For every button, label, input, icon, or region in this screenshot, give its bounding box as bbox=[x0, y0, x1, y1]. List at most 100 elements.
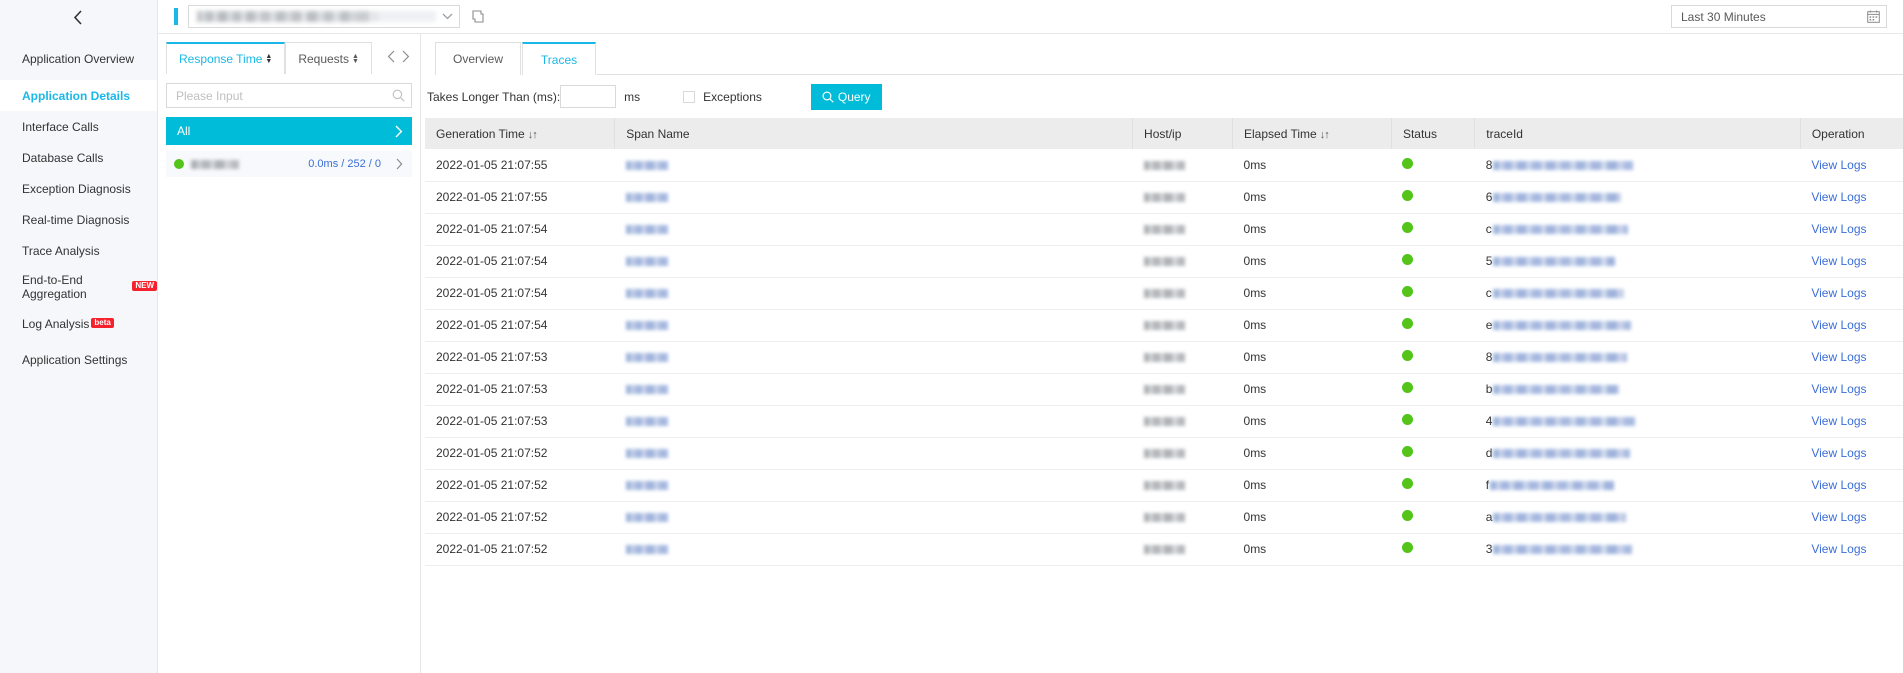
view-logs-link[interactable]: View Logs bbox=[1811, 478, 1866, 492]
table-row[interactable]: 2022-01-05 21:07:54 0ms 5 View Logs bbox=[425, 245, 1903, 278]
view-logs-link[interactable]: View Logs bbox=[1811, 542, 1866, 556]
tab-requests[interactable]: Requests ▲ ▼ bbox=[285, 42, 372, 74]
cell-span-name[interactable] bbox=[614, 277, 1133, 310]
sidebar-item-application-settings[interactable]: Application Settings bbox=[0, 339, 157, 381]
sidebar-item-trace-analysis[interactable]: Trace Analysis bbox=[0, 235, 157, 266]
cell-trace-id[interactable]: e bbox=[1474, 309, 1801, 342]
chevron-right-icon[interactable] bbox=[395, 158, 403, 170]
cell-host-ip bbox=[1132, 405, 1233, 438]
cell-trace-id[interactable]: d bbox=[1474, 437, 1801, 470]
cell-elapsed-time: 0ms bbox=[1232, 405, 1392, 438]
cell-trace-id[interactable]: a bbox=[1474, 501, 1801, 534]
sidebar-item-interface-calls[interactable]: Interface Calls bbox=[0, 111, 157, 142]
sidebar-collapse-button[interactable] bbox=[0, 0, 158, 34]
sidebar-item-log-analysis[interactable]: Log Analysis beta bbox=[0, 308, 157, 339]
chevron-left-icon[interactable] bbox=[387, 50, 396, 63]
cell-span-name[interactable] bbox=[614, 501, 1133, 534]
sort-updown-icon[interactable]: ▲ ▼ bbox=[265, 53, 272, 65]
view-logs-link[interactable]: View Logs bbox=[1811, 510, 1866, 524]
cell-span-name[interactable] bbox=[614, 309, 1133, 342]
view-logs-link[interactable]: View Logs bbox=[1811, 318, 1866, 332]
trace-id-redacted bbox=[1493, 449, 1631, 459]
cell-host-ip bbox=[1132, 501, 1233, 534]
tab-traces[interactable]: Traces bbox=[522, 42, 597, 75]
cell-span-name[interactable] bbox=[614, 533, 1133, 566]
column-header-elapsed-time[interactable]: Elapsed Time ↓↑ bbox=[1232, 118, 1392, 149]
application-select[interactable] bbox=[188, 5, 460, 28]
takes-longer-input[interactable] bbox=[560, 85, 617, 108]
chevron-right-icon[interactable] bbox=[401, 50, 410, 63]
view-logs-link[interactable]: View Logs bbox=[1811, 158, 1866, 172]
table-row[interactable]: 2022-01-05 21:07:55 0ms 8 View Logs bbox=[425, 149, 1903, 182]
table-row[interactable]: 2022-01-05 21:07:54 0ms c View Logs bbox=[425, 277, 1903, 310]
column-header-generation-time[interactable]: Generation Time ↓↑ bbox=[425, 118, 616, 149]
table-row[interactable]: 2022-01-05 21:07:52 0ms 3 View Logs bbox=[425, 533, 1903, 566]
table-row[interactable]: 2022-01-05 21:07:53 0ms 8 View Logs bbox=[425, 341, 1903, 374]
exceptions-checkbox[interactable] bbox=[683, 90, 696, 103]
search-icon[interactable] bbox=[392, 89, 405, 102]
view-logs-link[interactable]: View Logs bbox=[1811, 222, 1866, 236]
cell-span-name[interactable] bbox=[614, 245, 1133, 278]
query-button[interactable]: Query bbox=[810, 83, 882, 110]
view-logs-link[interactable]: View Logs bbox=[1811, 382, 1866, 396]
table-row[interactable]: 2022-01-05 21:07:52 0ms a View Logs bbox=[425, 501, 1903, 534]
sort-updown-icon[interactable]: ▲ ▼ bbox=[352, 53, 359, 65]
cell-trace-id[interactable]: b bbox=[1474, 373, 1801, 406]
cell-span-name[interactable] bbox=[614, 405, 1133, 438]
cell-span-name[interactable] bbox=[614, 181, 1133, 214]
table-row[interactable]: 2022-01-05 21:07:53 0ms b View Logs bbox=[425, 373, 1903, 406]
table-row[interactable]: 2022-01-05 21:07:52 0ms f View Logs bbox=[425, 469, 1903, 502]
table-row[interactable]: 2022-01-05 21:07:52 0ms d View Logs bbox=[425, 437, 1903, 470]
table-row[interactable]: 2022-01-05 21:07:54 0ms c View Logs bbox=[425, 213, 1903, 246]
sidebar-item-end-to-end-aggregation[interactable]: End-to-End Aggregation NEW bbox=[0, 266, 157, 308]
cell-elapsed-time: 0ms bbox=[1232, 437, 1392, 470]
sidebar-item-label: Application Settings bbox=[22, 353, 128, 367]
view-logs-link[interactable]: View Logs bbox=[1811, 414, 1866, 428]
view-logs-link[interactable]: View Logs bbox=[1811, 350, 1866, 364]
cell-trace-id[interactable]: 4 bbox=[1474, 405, 1801, 438]
view-logs-link[interactable]: View Logs bbox=[1811, 286, 1866, 300]
cell-elapsed-time: 0ms bbox=[1232, 245, 1392, 278]
sidebar-item-application-details[interactable]: Application Details bbox=[0, 80, 157, 111]
service-stats: 0.0ms / 252 / 0 bbox=[308, 158, 381, 170]
time-range-picker[interactable]: Last 30 Minutes bbox=[1671, 5, 1887, 28]
sidebar-item-application-overview[interactable]: Application Overview bbox=[0, 38, 157, 80]
sidebar-item-database-calls[interactable]: Database Calls bbox=[0, 142, 157, 173]
trace-id-redacted bbox=[1493, 353, 1628, 363]
cell-trace-id[interactable]: c bbox=[1474, 213, 1801, 246]
cell-span-name[interactable] bbox=[614, 437, 1133, 470]
sidebar-item-real-time-diagnosis[interactable]: Real-time Diagnosis bbox=[0, 204, 157, 235]
table-row[interactable]: 2022-01-05 21:07:55 0ms 6 View Logs bbox=[425, 181, 1903, 214]
exceptions-checkbox-wrap[interactable]: Exceptions bbox=[683, 90, 762, 104]
tab-overview[interactable]: Overview bbox=[435, 42, 522, 75]
cell-trace-id[interactable]: f bbox=[1474, 469, 1801, 502]
sidebar-item-exception-diagnosis[interactable]: Exception Diagnosis bbox=[0, 173, 157, 204]
view-logs-link[interactable]: View Logs bbox=[1811, 254, 1866, 268]
table-row[interactable]: 2022-01-05 21:07:53 0ms 4 View Logs bbox=[425, 405, 1903, 438]
cell-trace-id[interactable]: 8 bbox=[1474, 149, 1801, 182]
cell-span-name[interactable] bbox=[614, 469, 1133, 502]
tab-response-time[interactable]: Response Time ▲ ▼ bbox=[166, 42, 286, 74]
service-list-item[interactable]: 0.0ms / 252 / 0 bbox=[166, 151, 412, 177]
cell-span-name[interactable] bbox=[614, 341, 1133, 374]
cell-trace-id[interactable]: 3 bbox=[1474, 533, 1801, 566]
sort-updown-icon[interactable]: ↓↑ bbox=[528, 129, 538, 141]
cell-span-name[interactable] bbox=[614, 149, 1133, 182]
table-row[interactable]: 2022-01-05 21:07:54 0ms e View Logs bbox=[425, 309, 1903, 342]
service-search[interactable] bbox=[166, 83, 412, 108]
cell-trace-id[interactable]: 8 bbox=[1474, 341, 1801, 374]
view-logs-link[interactable]: View Logs bbox=[1811, 446, 1866, 460]
cell-span-name[interactable] bbox=[614, 213, 1133, 246]
trace-id-redacted bbox=[1490, 481, 1615, 491]
cell-trace-id[interactable]: 6 bbox=[1474, 181, 1801, 214]
cell-span-name[interactable] bbox=[614, 373, 1133, 406]
view-logs-link[interactable]: View Logs bbox=[1811, 190, 1866, 204]
sort-updown-icon[interactable]: ↓↑ bbox=[1320, 129, 1330, 141]
trace-id-prefix: a bbox=[1485, 510, 1493, 524]
search-input[interactable] bbox=[176, 88, 392, 103]
cell-trace-id[interactable]: 5 bbox=[1474, 245, 1801, 278]
cell-elapsed-time: 0ms bbox=[1232, 469, 1392, 502]
service-list-all-row[interactable]: All bbox=[166, 117, 412, 145]
copy-icon[interactable] bbox=[472, 10, 484, 23]
cell-trace-id[interactable]: c bbox=[1474, 277, 1801, 310]
